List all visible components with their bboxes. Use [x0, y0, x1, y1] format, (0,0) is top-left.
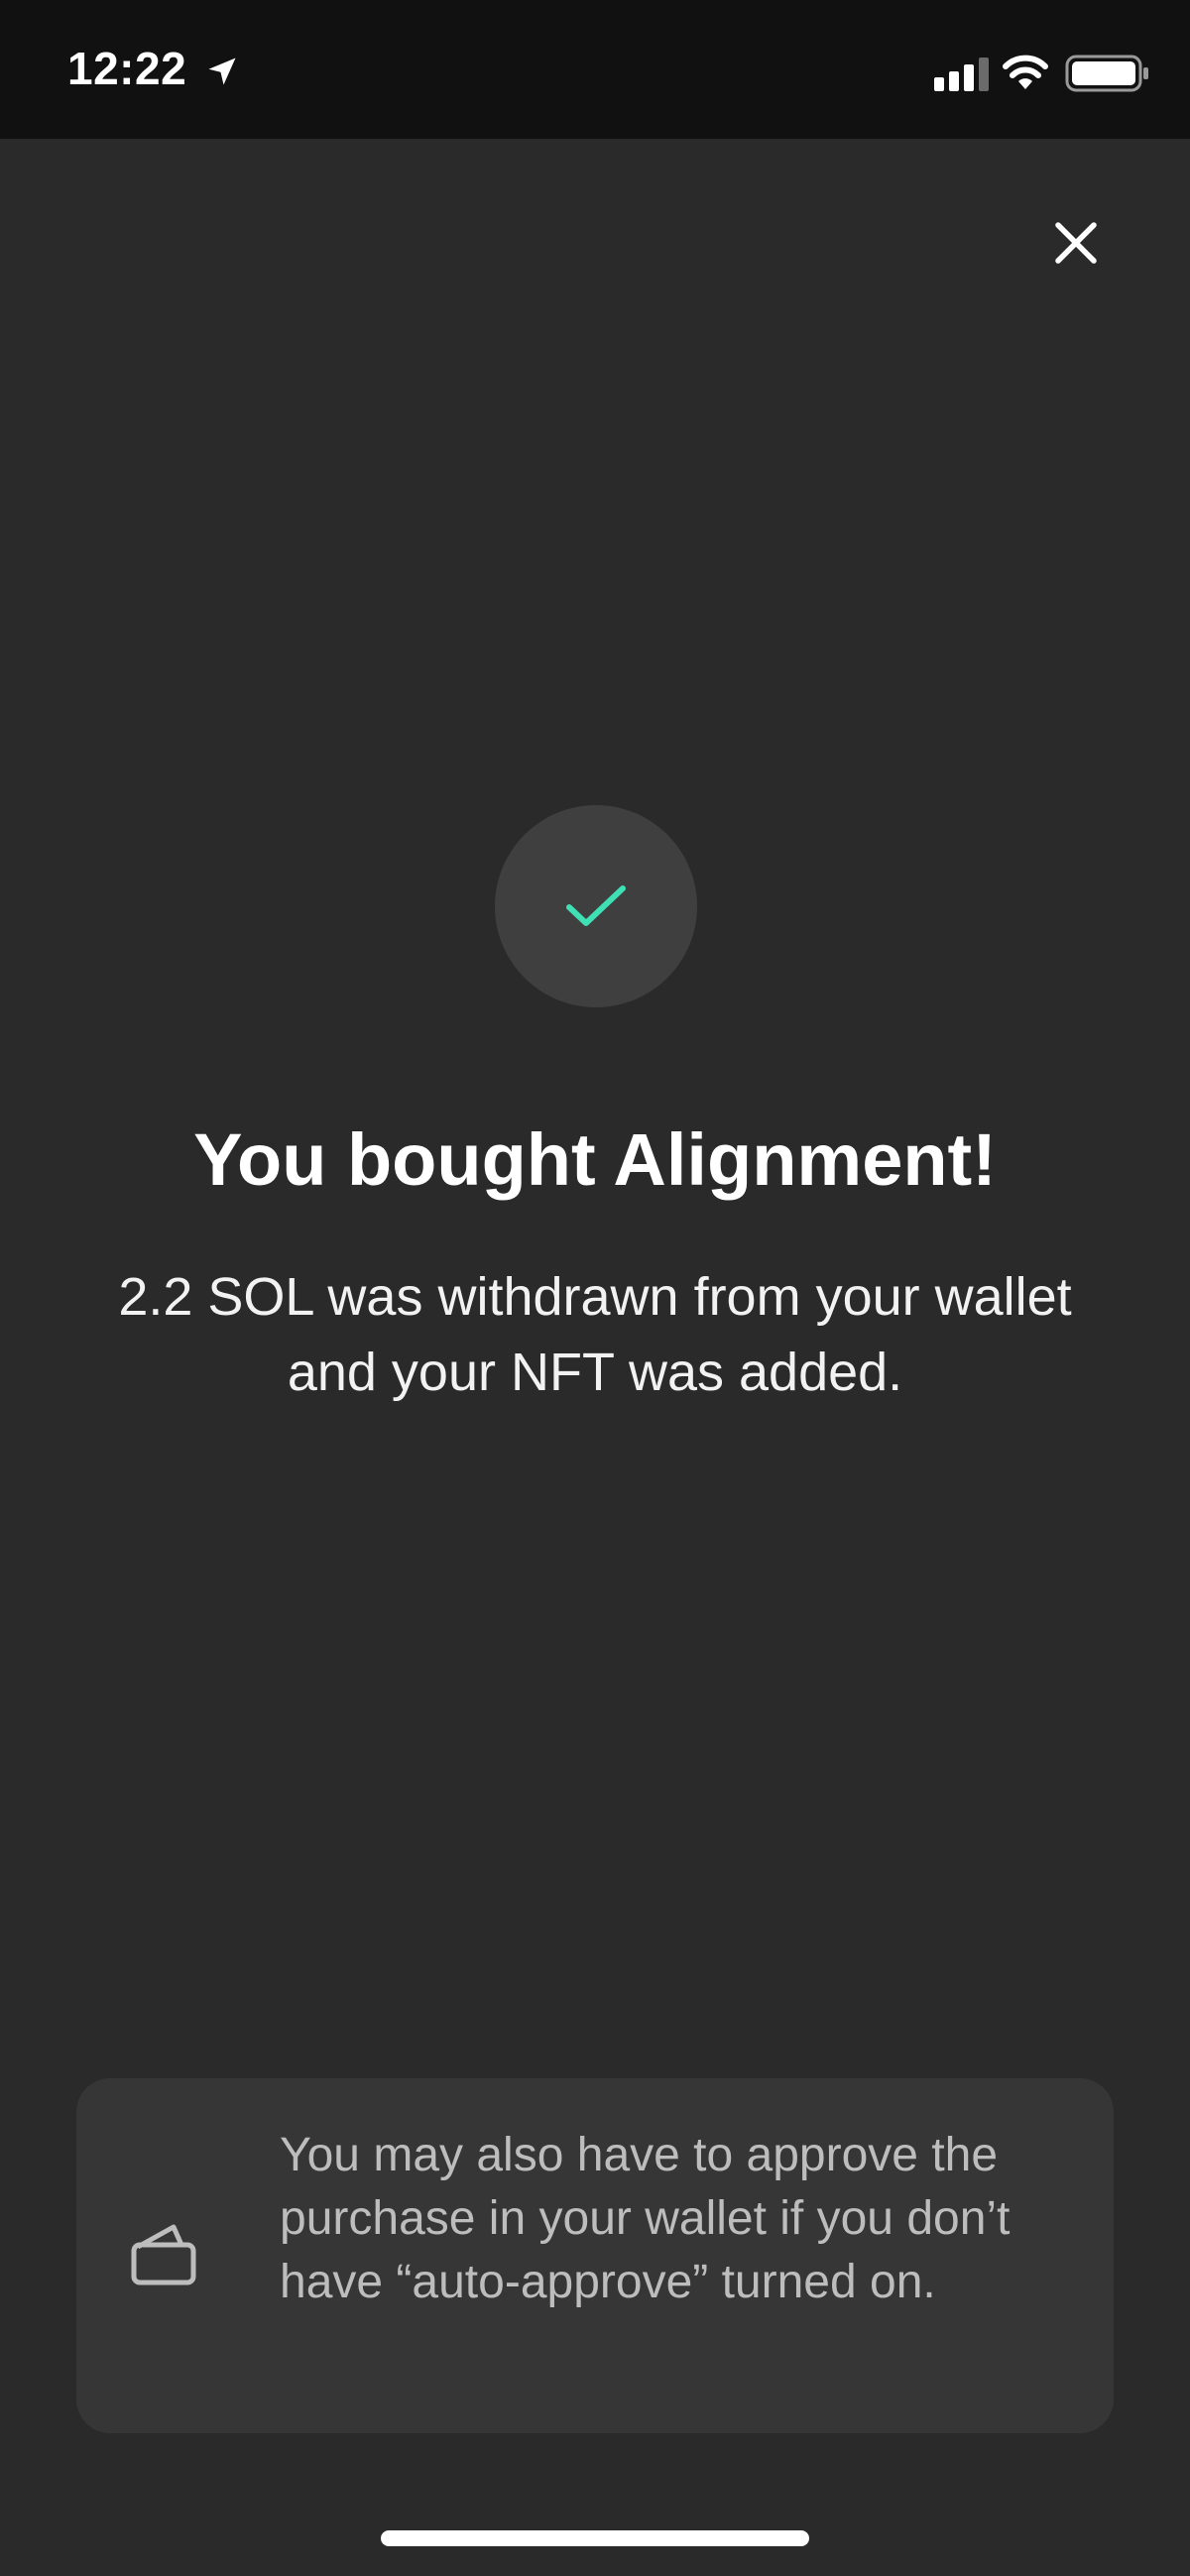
info-card: You may also have to approve the purchas…: [76, 2078, 1114, 2433]
wallet-icon: [131, 2224, 196, 2285]
battery-icon: [1065, 55, 1148, 92]
close-button[interactable]: [1041, 208, 1111, 278]
success-message: 2.2 SOL was withdrawn from your wallet a…: [118, 1267, 1072, 1402]
status-time: 12:22: [67, 43, 187, 94]
checkmark-icon: [566, 885, 626, 926]
location-arrow-icon: [208, 58, 236, 85]
success-badge: [495, 805, 697, 1007]
info-text: You may also have to approve the purchas…: [280, 2129, 1011, 2308]
home-indicator[interactable]: [381, 2530, 809, 2546]
cellular-signal-icon: [934, 58, 989, 91]
close-icon: [1055, 222, 1097, 264]
wifi-icon: [1003, 55, 1048, 89]
page-title: You bought Alignment!: [193, 1118, 997, 1201]
status-bar: 12:22: [0, 0, 1190, 139]
